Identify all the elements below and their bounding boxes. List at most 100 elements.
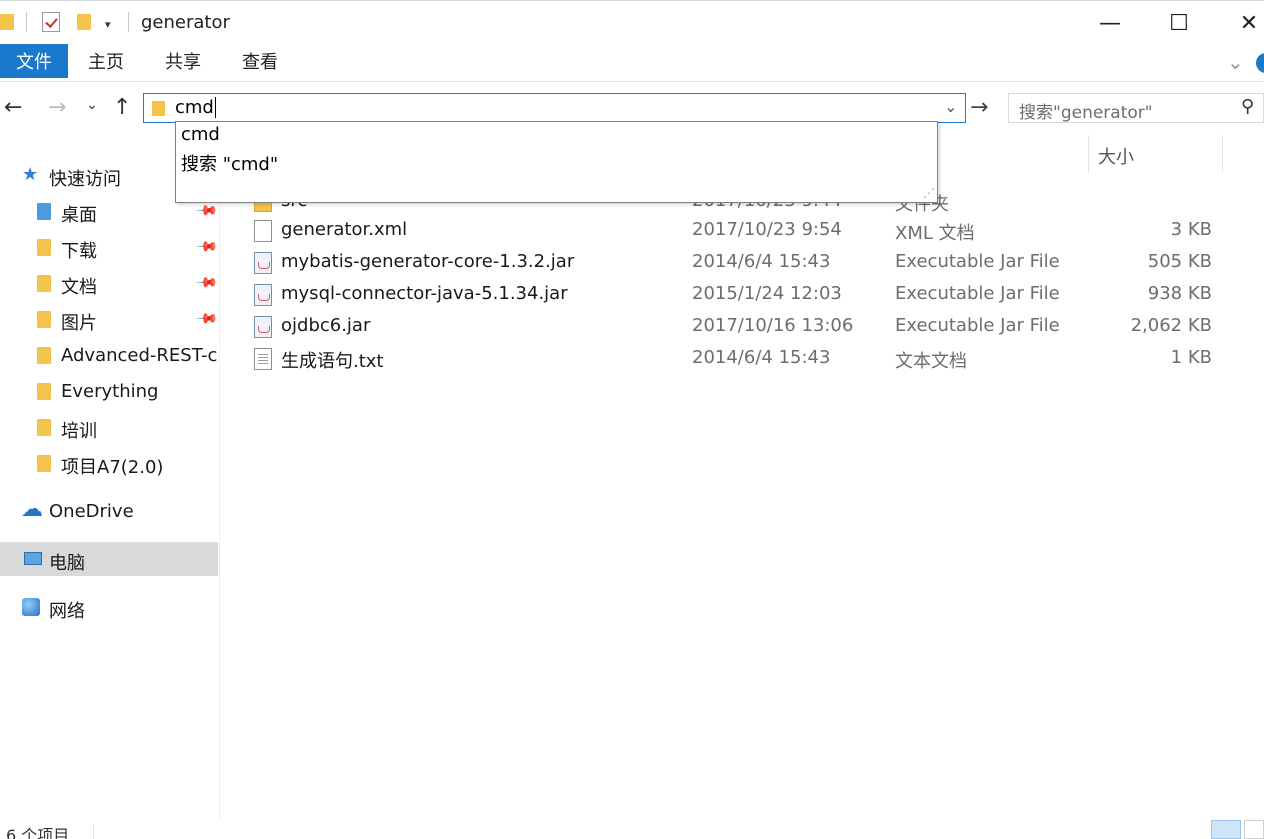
large-icons-view-button[interactable] bbox=[1244, 820, 1264, 839]
jar-file-icon bbox=[254, 316, 272, 338]
downloads-folder-icon bbox=[37, 239, 51, 256]
maximize-button[interactable]: ☐ bbox=[1156, 3, 1202, 43]
sidebar-item-label: 培训 bbox=[61, 421, 97, 442]
sidebar-item-downloads[interactable]: 下载 📌 bbox=[0, 231, 219, 265]
minimize-button[interactable]: — bbox=[1087, 3, 1133, 43]
folder-icon bbox=[37, 347, 51, 364]
sidebar-item-training[interactable]: 培训 bbox=[0, 411, 218, 445]
table-row[interactable]: generator.xml 2017/10/23 9:54 XML 文档 3 K… bbox=[246, 215, 1226, 247]
toolbar-divider bbox=[26, 12, 27, 32]
sidebar-item-label: 下载 bbox=[61, 241, 97, 262]
folder-icon bbox=[152, 101, 165, 116]
ribbon-tabs: 文件 主页 共享 查看 ⌄ bbox=[0, 44, 1264, 82]
table-row[interactable]: ojdbc6.jar 2017/10/16 13:06 Executable J… bbox=[246, 311, 1226, 343]
file-name: generator.xml bbox=[281, 219, 408, 240]
text-file-icon bbox=[254, 348, 272, 370]
file-date: 2017/10/16 13:06 bbox=[692, 315, 854, 336]
documents-folder-icon bbox=[37, 275, 51, 292]
sidebar-item-advanced-rest[interactable]: Advanced-REST-cl bbox=[0, 339, 220, 373]
sidebar-item-label: 项目A7(2.0) bbox=[61, 457, 164, 478]
sidebar-item-pictures[interactable]: 图片 📌 bbox=[0, 303, 219, 337]
tab-file[interactable]: 文件 bbox=[0, 44, 68, 78]
sidebar-item-onedrive[interactable]: ☁ OneDrive bbox=[0, 495, 218, 529]
search-box[interactable]: 搜索"generator" ⚲ bbox=[1008, 93, 1264, 123]
sidebar-item-label: 快速访问 bbox=[49, 169, 121, 190]
sidebar-item-everything[interactable]: Everything bbox=[0, 375, 218, 409]
sidebar-item-label: 桌面 bbox=[61, 205, 97, 226]
resize-grip-icon[interactable]: ⋰ bbox=[923, 186, 935, 200]
window-title: generator bbox=[141, 12, 230, 33]
file-size: 1 KB bbox=[1170, 347, 1212, 368]
file-type: Executable Jar File bbox=[895, 251, 1060, 272]
file-name: 生成语句.txt bbox=[281, 351, 384, 372]
help-icon[interactable] bbox=[1256, 53, 1264, 73]
column-divider[interactable] bbox=[1222, 135, 1223, 173]
sidebar-item-label: 电脑 bbox=[49, 553, 85, 574]
sidebar-item-this-pc[interactable]: 电脑 bbox=[0, 542, 218, 576]
address-dropdown-icon[interactable]: ⌄ bbox=[944, 97, 957, 116]
sidebar-item-documents[interactable]: 文档 📌 bbox=[0, 267, 219, 301]
file-name: mybatis-generator-core-1.3.2.jar bbox=[281, 251, 575, 272]
text-caret bbox=[215, 97, 216, 118]
table-row[interactable]: mysql-connector-java-5.1.34.jar 2015/1/2… bbox=[246, 279, 1226, 311]
file-type: Executable Jar File bbox=[895, 283, 1060, 304]
pin-icon[interactable]: 📌 bbox=[195, 307, 219, 331]
sidebar-item-label: Advanced-REST-cl bbox=[61, 345, 220, 366]
pictures-folder-icon bbox=[37, 311, 51, 328]
table-row[interactable]: mybatis-generator-core-1.3.2.jar 2014/6/… bbox=[246, 247, 1226, 279]
address-bar[interactable]: cmd ⌄ bbox=[143, 93, 966, 123]
back-button[interactable]: ← bbox=[4, 95, 22, 120]
sidebar-item-project-a7[interactable]: 项目A7(2.0) bbox=[0, 447, 218, 481]
quick-access-dropdown-icon[interactable]: ▾ bbox=[105, 18, 111, 31]
column-divider[interactable] bbox=[1088, 135, 1089, 173]
file-date: 2014/6/4 15:43 bbox=[692, 251, 831, 272]
jar-file-icon bbox=[254, 284, 272, 306]
close-button[interactable]: ✕ bbox=[1226, 3, 1264, 43]
tab-share[interactable]: 共享 bbox=[149, 44, 217, 78]
new-folder-icon[interactable] bbox=[77, 14, 91, 30]
suggestion-item[interactable]: 搜索 "cmd" bbox=[181, 150, 278, 176]
up-button[interactable]: ↑ bbox=[113, 95, 131, 120]
suggestion-item[interactable]: cmd bbox=[181, 124, 220, 145]
pin-icon[interactable]: 📌 bbox=[195, 235, 219, 259]
search-input[interactable]: 搜索"generator" bbox=[1019, 98, 1153, 123]
tab-home[interactable]: 主页 bbox=[72, 44, 140, 78]
sidebar-item-label: 网络 bbox=[49, 601, 85, 622]
go-arrow-icon[interactable]: → bbox=[970, 95, 988, 120]
file-name: mysql-connector-java-5.1.34.jar bbox=[281, 283, 568, 304]
jar-file-icon bbox=[254, 252, 272, 274]
column-header-size[interactable]: 大小 bbox=[1098, 143, 1134, 169]
file-type: 文本文档 bbox=[895, 351, 967, 372]
file-type: Executable Jar File bbox=[895, 315, 1060, 336]
status-divider bbox=[93, 824, 94, 839]
file-name: ojdbc6.jar bbox=[281, 315, 371, 336]
expand-ribbon-icon[interactable]: ⌄ bbox=[1227, 50, 1244, 74]
folder-icon bbox=[37, 383, 51, 400]
file-type: XML 文档 bbox=[895, 223, 975, 244]
folder-icon bbox=[0, 14, 14, 30]
table-row[interactable]: 生成语句.txt 2014/6/4 15:43 文本文档 1 KB bbox=[246, 343, 1226, 375]
sidebar-item-network[interactable]: 网络 bbox=[0, 591, 218, 625]
properties-icon[interactable] bbox=[42, 12, 60, 32]
file-size: 2,062 KB bbox=[1130, 315, 1212, 336]
title-bar: ▾ generator — ☐ ✕ bbox=[0, 0, 1264, 44]
search-icon[interactable]: ⚲ bbox=[1241, 96, 1254, 117]
navigation-pane: ★ 快速访问 桌面 📌 下载 📌 文档 📌 图片 📌 Advanced-REST… bbox=[0, 124, 220, 820]
address-suggestions: cmd 搜索 "cmd" ⋰ bbox=[175, 121, 938, 203]
network-icon bbox=[22, 598, 40, 616]
pin-icon[interactable]: 📌 bbox=[195, 271, 219, 295]
tab-view[interactable]: 查看 bbox=[226, 44, 294, 78]
forward-button[interactable]: → bbox=[48, 95, 66, 120]
xml-file-icon bbox=[254, 220, 272, 242]
recent-locations-icon[interactable]: ⌄ bbox=[86, 97, 98, 113]
sidebar-item-label: 图片 bbox=[61, 313, 97, 334]
file-date: 2014/6/4 15:43 bbox=[692, 347, 831, 368]
cloud-icon: ☁ bbox=[21, 497, 43, 522]
desktop-icon bbox=[37, 203, 51, 220]
file-date: 2015/1/24 12:03 bbox=[692, 283, 842, 304]
status-bar: 6 个项目 bbox=[0, 820, 1264, 839]
folder-icon bbox=[37, 419, 51, 436]
address-input[interactable]: cmd bbox=[175, 97, 214, 118]
computer-icon bbox=[24, 552, 42, 565]
details-view-button[interactable] bbox=[1211, 820, 1241, 839]
